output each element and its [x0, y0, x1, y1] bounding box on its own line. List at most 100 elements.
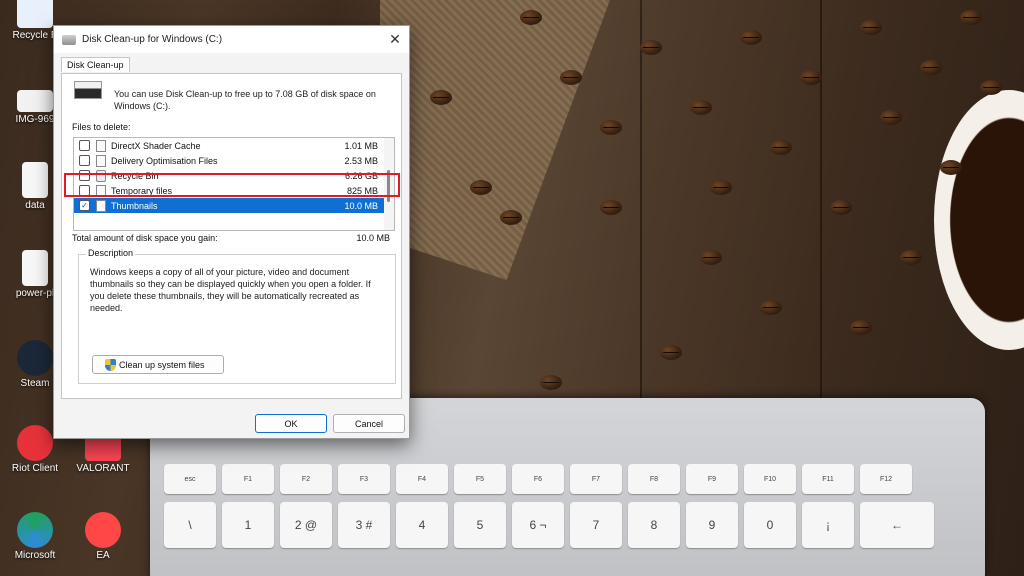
title-bar[interactable]: Disk Clean-up for Windows (C:) ✕: [54, 26, 409, 53]
coffee-bean: [470, 180, 492, 195]
backspace-key: ←: [860, 502, 934, 548]
key: F4: [396, 464, 448, 494]
tab-panel: You can use Disk Clean-up to free up to …: [61, 73, 402, 399]
file-name: Thumbnails: [111, 200, 158, 211]
shield-icon: [105, 358, 116, 371]
clean-up-system-files-label: Clean up system files: [119, 359, 205, 370]
desktop-icon-label: IMG-969: [15, 114, 55, 125]
coffee-bean: [600, 120, 622, 135]
red-highlight-box: [64, 173, 400, 197]
close-button[interactable]: ✕: [381, 31, 409, 48]
coffee-bean: [710, 180, 732, 195]
key: \: [164, 502, 216, 548]
coffee-bean: [600, 200, 622, 215]
coffee-bean: [850, 320, 872, 335]
coffee-bean: [900, 250, 922, 265]
checkbox[interactable]: [79, 140, 90, 151]
coffee-bean: [640, 40, 662, 55]
file-icon: [96, 199, 106, 212]
key: F8: [628, 464, 680, 494]
key: 7: [570, 502, 622, 548]
files-to-delete-label: Files to delete:: [72, 122, 131, 132]
drive-icon: [62, 34, 76, 45]
keyboard-number-row: \ 1 2 @ 3 # 4 5 6 ¬ 7 8 9 0 ¡ ←: [164, 502, 934, 548]
coffee-bean: [520, 10, 542, 25]
keyboard-fn-row: esc F1 F2 F3 F4 F5 F6 F7 F8 F9 F10 F11 F…: [164, 464, 912, 494]
tab-strip: Disk Clean-up: [54, 53, 409, 73]
file-icon: [96, 139, 106, 152]
list-item-selected[interactable]: ✓ Thumbnails 10.0 MB: [74, 198, 394, 213]
coffee-bean: [760, 300, 782, 315]
desktop-icon-label: Riot Client: [11, 463, 59, 474]
coffee-bean: [830, 200, 852, 215]
list-item[interactable]: Delivery Optimisation Files 2.53 MB: [74, 153, 394, 168]
header-description: You can use Disk Clean-up to free up to …: [114, 89, 376, 111]
file-size: 2.53 MB: [344, 155, 378, 166]
key: 2 @: [280, 502, 332, 548]
ea-icon: [85, 512, 121, 548]
desktop-icon-label: EA: [96, 550, 110, 561]
file-name: DirectX Shader Cache: [111, 140, 201, 151]
desktop-icon-label: power-pl: [15, 288, 55, 299]
disk-cleanup-icon: [74, 81, 102, 99]
checkbox-checked[interactable]: ✓: [79, 200, 90, 211]
coffee-bean: [940, 160, 962, 175]
coffee-bean: [920, 60, 942, 75]
desktop-icon-ea[interactable]: EA: [68, 512, 138, 561]
coffee-bean: [960, 10, 982, 25]
key: F11: [802, 464, 854, 494]
coffee-bean: [540, 375, 562, 390]
coffee-bean: [980, 80, 1002, 95]
key: 4: [396, 502, 448, 548]
key: esc: [164, 464, 216, 494]
ok-button[interactable]: OK: [255, 414, 327, 433]
coffee-bean: [500, 210, 522, 225]
file-size: 10.0 MB: [344, 200, 378, 211]
key: F12: [860, 464, 912, 494]
total-space-row: Total amount of disk space you gain: 10.…: [72, 233, 392, 243]
key: 3 #: [338, 502, 390, 548]
cancel-button[interactable]: Cancel: [333, 414, 405, 433]
list-item[interactable]: DirectX Shader Cache 1.01 MB: [74, 138, 394, 153]
file-size: 1.01 MB: [344, 140, 378, 151]
total-space-label: Total amount of disk space you gain:: [72, 233, 218, 243]
total-space-value: 10.0 MB: [356, 233, 390, 243]
description-text: Windows keeps a copy of all of your pict…: [90, 267, 371, 313]
desktop-icon-label: VALORANT: [76, 463, 130, 474]
coffee-bean: [880, 110, 902, 125]
key: 6 ¬: [512, 502, 564, 548]
key: ¡: [802, 502, 854, 548]
tab-disk-cleanup[interactable]: Disk Clean-up: [61, 57, 130, 72]
document-icon: [22, 250, 48, 286]
disk-cleanup-dialog: Disk Clean-up for Windows (C:) ✕ Disk Cl…: [53, 25, 410, 439]
desktop-icon-label: Steam: [20, 378, 50, 389]
key: 5: [454, 502, 506, 548]
checkbox[interactable]: [79, 155, 90, 166]
burlap-cloth: [380, 0, 610, 280]
key: F5: [454, 464, 506, 494]
desktop-icon-microsoft-edge[interactable]: Microsoft: [0, 512, 70, 561]
coffee-bean: [800, 70, 822, 85]
desktop-icon-label: data: [25, 200, 45, 211]
wood-plank-seam: [640, 0, 642, 400]
key: F3: [338, 464, 390, 494]
coffee-bean: [740, 30, 762, 45]
key: F10: [744, 464, 796, 494]
file-name: Delivery Optimisation Files: [111, 155, 218, 166]
file-icon: [96, 154, 106, 167]
clean-up-system-files-button[interactable]: Clean up system files: [92, 355, 224, 374]
key: 0: [744, 502, 796, 548]
riot-client-icon: [17, 425, 53, 461]
coffee-bean: [430, 90, 452, 105]
dialog-title: Disk Clean-up for Windows (C:): [82, 34, 223, 45]
key: 8: [628, 502, 680, 548]
recycle-bin-icon: [17, 0, 53, 28]
key: F9: [686, 464, 738, 494]
description-legend: Description: [86, 248, 136, 258]
coffee-bean: [660, 345, 682, 360]
coffee-bean: [770, 140, 792, 155]
document-icon: [22, 162, 48, 198]
key: 1: [222, 502, 274, 548]
key: 9: [686, 502, 738, 548]
coffee-bean: [700, 250, 722, 265]
